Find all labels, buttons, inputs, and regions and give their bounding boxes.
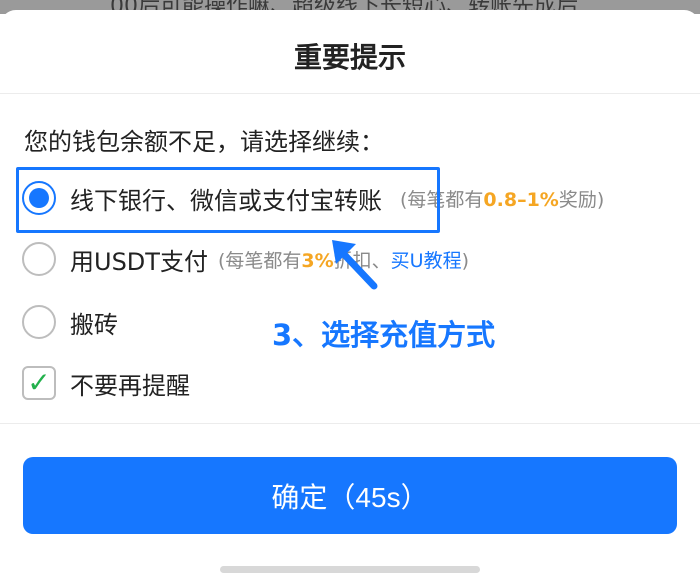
dont-remind-checkbox-row[interactable]: ✓ 不要再提醒 [22, 363, 190, 403]
option-usdt-label: 用USDT支付 [70, 247, 208, 276]
options-divider [0, 423, 700, 424]
option-usdt[interactable]: 用USDT支付 (每笔都有3%折扣、买U教程) [22, 239, 469, 279]
option-banzhuan[interactable]: 搬砖 [22, 302, 118, 342]
option-banzhuan-label: 搬砖 [70, 310, 118, 339]
radio-banzhuan[interactable] [22, 305, 56, 339]
annotation-arrow-icon [332, 240, 378, 290]
annotation-step-text: 3、选择充值方式 [272, 318, 496, 352]
radio-usdt[interactable] [22, 242, 56, 276]
check-icon[interactable]: ✓ [22, 366, 56, 400]
dialog-title: 重要提示 [293, 41, 406, 74]
dialog-prompt: 您的钱包余额不足，请选择继续： [24, 128, 384, 156]
dialog-sheet: 重要提示 您的钱包余额不足，请选择继续： 线下银行、微信或支付宝转账 (每笔都有… [0, 10, 700, 583]
highlight-box [16, 167, 440, 233]
dont-remind-label: 不要再提醒 [70, 371, 190, 400]
title-divider [0, 93, 700, 94]
confirm-button[interactable]: 确定（45s） [23, 457, 677, 534]
home-indicator [220, 566, 480, 573]
buy-u-tutorial-link[interactable]: 买U教程 [391, 250, 462, 272]
